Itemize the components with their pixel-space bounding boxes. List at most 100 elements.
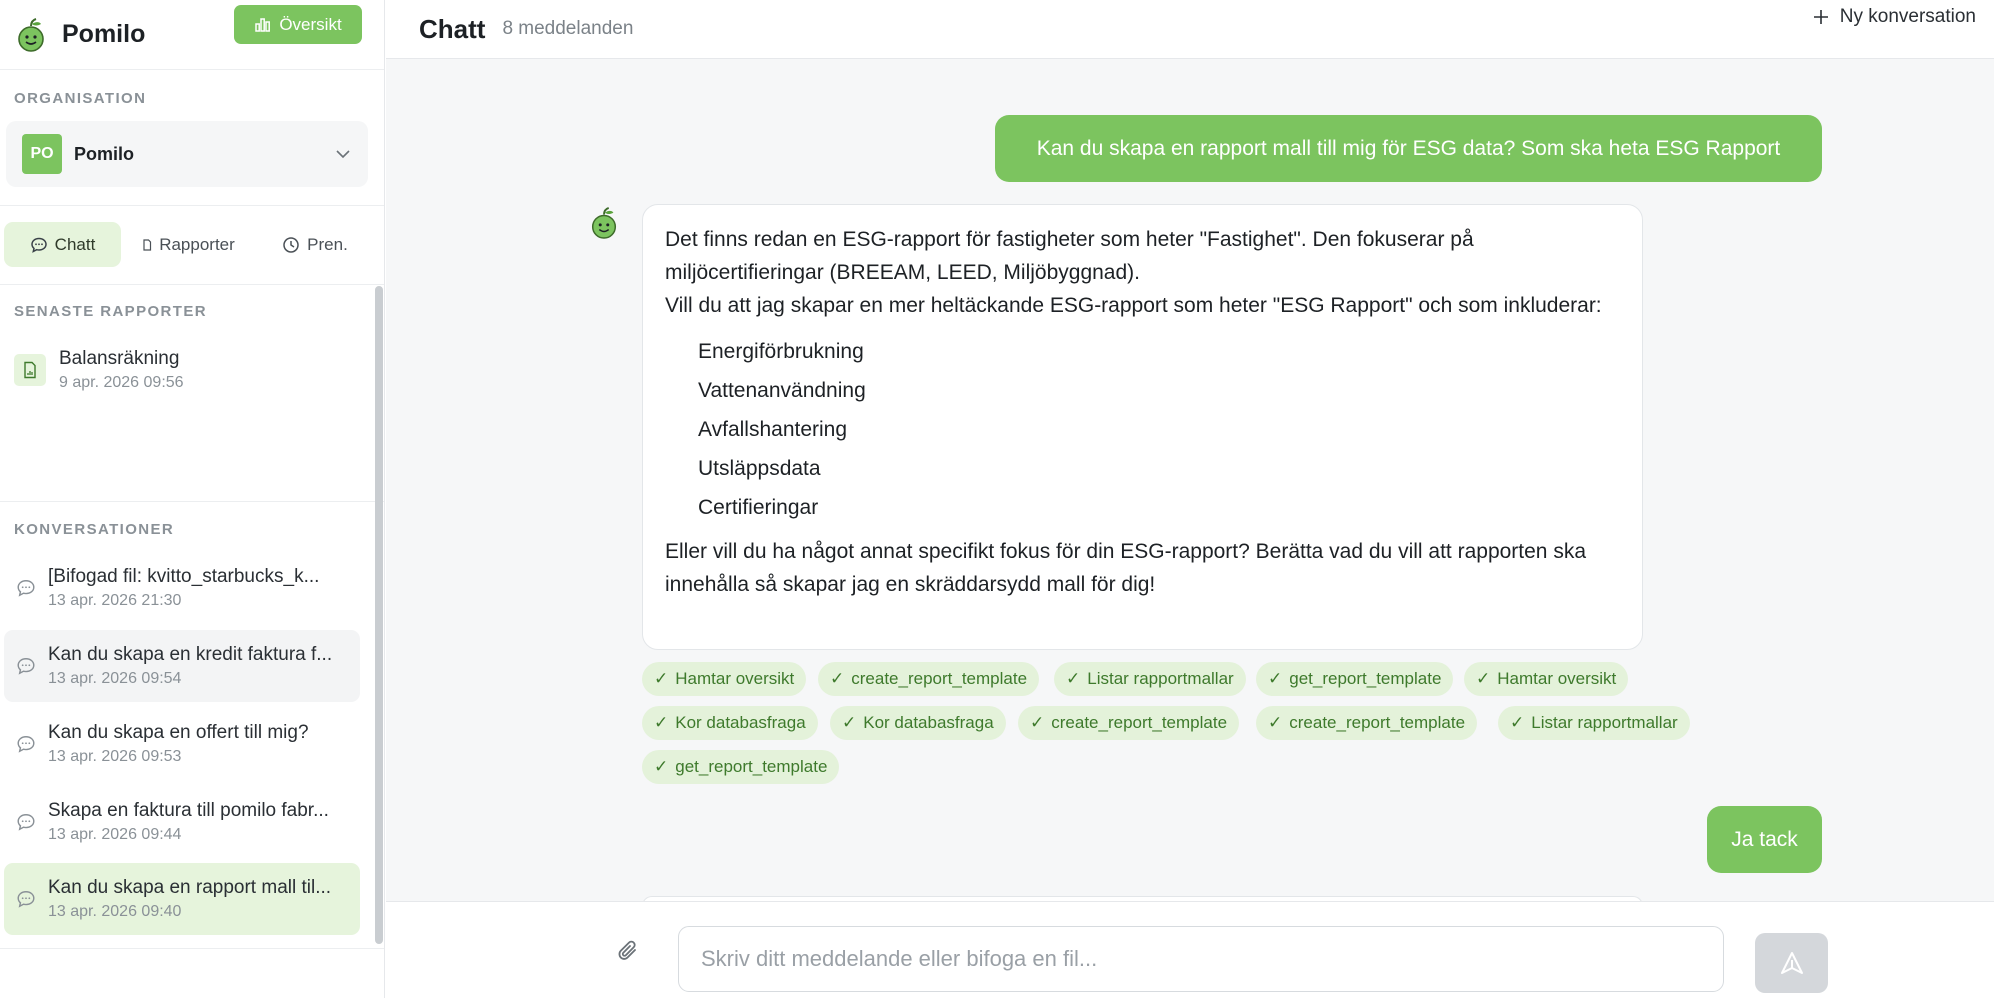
list-item: Utsläppsdata: [698, 457, 821, 480]
document-icon: [14, 354, 46, 386]
list-item: Vattenanvändning: [698, 379, 866, 402]
tool-chip: ✓ Kor databasfraga: [830, 706, 1006, 740]
tool-chip-label: Hamtar oversikt: [1497, 669, 1617, 688]
tab-pren[interactable]: Pren.: [256, 222, 374, 267]
user-message: Kan du skapa en rapport mall till mig fö…: [995, 115, 1822, 182]
check-icon: ✓: [1510, 713, 1525, 732]
chevron-down-icon: [336, 150, 350, 159]
sidebar-scrollbar[interactable]: [375, 286, 383, 944]
assistant-outro: Eller vill du ha något annat specifikt f…: [665, 540, 1586, 596]
message-count: 8 meddelanden: [502, 18, 634, 39]
tool-chip-label: Listar rapportmallar: [1087, 669, 1234, 688]
check-icon: ✓: [1268, 669, 1283, 688]
conversation-time: 13 apr. 2026 09:40: [48, 903, 182, 920]
organization-heading: ORGANISATION: [14, 90, 147, 107]
tab-chatt[interactable]: Chatt: [4, 222, 121, 267]
tool-chip: ✓ get_report_template: [642, 750, 840, 784]
check-icon: ✓: [654, 669, 669, 688]
assistant-intro: Det finns redan en ESG-rapport för fasti…: [665, 228, 1474, 284]
organization-select[interactable]: PO Pomilo: [6, 121, 368, 187]
tool-chip: ✓ Hamtar oversikt: [642, 662, 807, 696]
plus-icon: [1813, 10, 1828, 24]
conversation-title: Skapa en faktura till pomilo fabr...: [48, 800, 329, 821]
assistant-question: Vill du att jag skapar en mer heltäckand…: [665, 294, 1602, 317]
conversation-item[interactable]: Skapa en faktura till pomilo fabr... 13 …: [4, 786, 360, 858]
check-icon: ✓: [842, 713, 857, 732]
tool-chip: ✓ get_report_template: [1256, 662, 1454, 696]
message-input[interactable]: [678, 926, 1724, 992]
check-icon: ✓: [1066, 669, 1081, 688]
tool-chip-label: create_report_template: [1051, 713, 1228, 732]
divider: [0, 948, 384, 949]
user-message-text: Kan du skapa en rapport mall till mig fö…: [1036, 136, 1781, 160]
divider: [0, 284, 384, 285]
chat-icon: [14, 656, 38, 676]
page-title: Chatt: [419, 13, 486, 44]
pomilo-logo-icon: [18, 17, 44, 52]
divider: [0, 501, 384, 502]
report-item[interactable]: Balansräkning 9 apr. 2026 09:56: [14, 346, 184, 394]
conversation-time: 13 apr. 2026 09:53: [48, 748, 182, 765]
conversation-item[interactable]: Kan du skapa en offert till mig? 13 apr.…: [4, 708, 360, 780]
tool-chip-label: get_report_template: [1289, 669, 1442, 688]
bar-chart-icon: [255, 18, 271, 32]
tool-chip: ✓ create_report_template: [1256, 706, 1478, 740]
organization-name: Pomilo: [74, 143, 135, 164]
conversations-heading: KONVERSATIONER: [14, 521, 175, 538]
tool-chip-label: Hamtar oversikt: [675, 669, 795, 688]
chat-icon: [14, 889, 38, 909]
tab-label: Chatt: [54, 234, 96, 254]
user-message-text: Ja tack: [1731, 827, 1798, 851]
report-icon: [143, 238, 152, 251]
tool-chip-label: Kor databasfraga: [675, 713, 806, 732]
conversation-time: 13 apr. 2026 09:54: [48, 670, 182, 687]
overview-button[interactable]: Översikt: [234, 5, 362, 44]
assistant-avatar-icon: [591, 207, 617, 239]
chat-icon: [14, 578, 38, 598]
report-time: 9 apr. 2026 09:56: [59, 374, 184, 391]
conversation-item[interactable]: [Bifogad fil: kvitto_starbucks_k... 13 a…: [4, 552, 360, 624]
tool-chip: ✓ Hamtar oversikt: [1464, 662, 1629, 696]
sidebar: Pomilo Översikt ORGANISATION PO Pomilo C…: [0, 0, 385, 998]
conversation-title: [Bifogad fil: kvitto_starbucks_k...: [48, 566, 320, 587]
clock-icon: [283, 236, 299, 253]
tool-chip: ✓ create_report_template: [1018, 706, 1240, 740]
tool-chip-label: Listar rapportmallar: [1531, 713, 1678, 732]
conversation-item[interactable]: Kan du skapa en kredit faktura f... 13 a…: [4, 630, 360, 702]
check-icon: ✓: [654, 713, 669, 732]
check-icon: ✓: [830, 669, 845, 688]
conversation-title: Kan du skapa en offert till mig?: [48, 722, 309, 743]
check-icon: ✓: [1476, 669, 1491, 688]
conversation-time: 13 apr. 2026 21:30: [48, 592, 182, 609]
conversation-title: Kan du skapa en kredit faktura f...: [48, 644, 333, 665]
list-item: Avfallshantering: [698, 418, 848, 441]
paperclip-icon[interactable]: [616, 938, 642, 966]
list-item: Energiförbrukning: [698, 340, 864, 363]
chat-icon: [14, 812, 38, 832]
tool-chip-label: create_report_template: [851, 669, 1028, 688]
chat-main: Chatt 8 meddelanden Ny konversation Kan …: [386, 0, 1994, 998]
new-conversation-button[interactable]: Ny konversation: [1812, 6, 1976, 28]
tab-rapporter[interactable]: Rapporter: [121, 222, 256, 267]
tool-chip: ✓ Kor databasfraga: [642, 706, 818, 740]
conversation-item-active[interactable]: Kan du skapa en rapport mall til... 13 a…: [4, 863, 360, 935]
organization-avatar: PO: [22, 134, 62, 174]
conversation-time: 13 apr. 2026 09:44: [48, 826, 182, 843]
report-title: Balansräkning: [59, 348, 180, 369]
check-icon: ✓: [654, 757, 669, 776]
divider: [0, 205, 384, 206]
chat-icon: [30, 237, 47, 253]
chat-header: Chatt 8 meddelanden Ny konversation: [386, 0, 1994, 59]
tab-label: Rapporter: [159, 234, 235, 254]
send-button[interactable]: [1755, 933, 1828, 993]
send-icon: [1780, 952, 1803, 974]
sidebar-tabs: Chatt Rapporter Pren.: [4, 222, 382, 267]
tool-chip-label: get_report_template: [675, 757, 828, 776]
recent-reports-heading: SENASTE RAPPORTER: [14, 303, 207, 320]
tool-chip: ✓ create_report_template: [818, 662, 1040, 696]
tool-chip: ✓ Listar rapportmallar: [1054, 662, 1246, 696]
tool-chip-label: Kor databasfraga: [863, 713, 994, 732]
tool-chip: ✓ Listar rapportmallar: [1498, 706, 1690, 740]
new-conversation-label: Ny konversation: [1839, 6, 1976, 27]
tool-chip-label: create_report_template: [1289, 713, 1466, 732]
